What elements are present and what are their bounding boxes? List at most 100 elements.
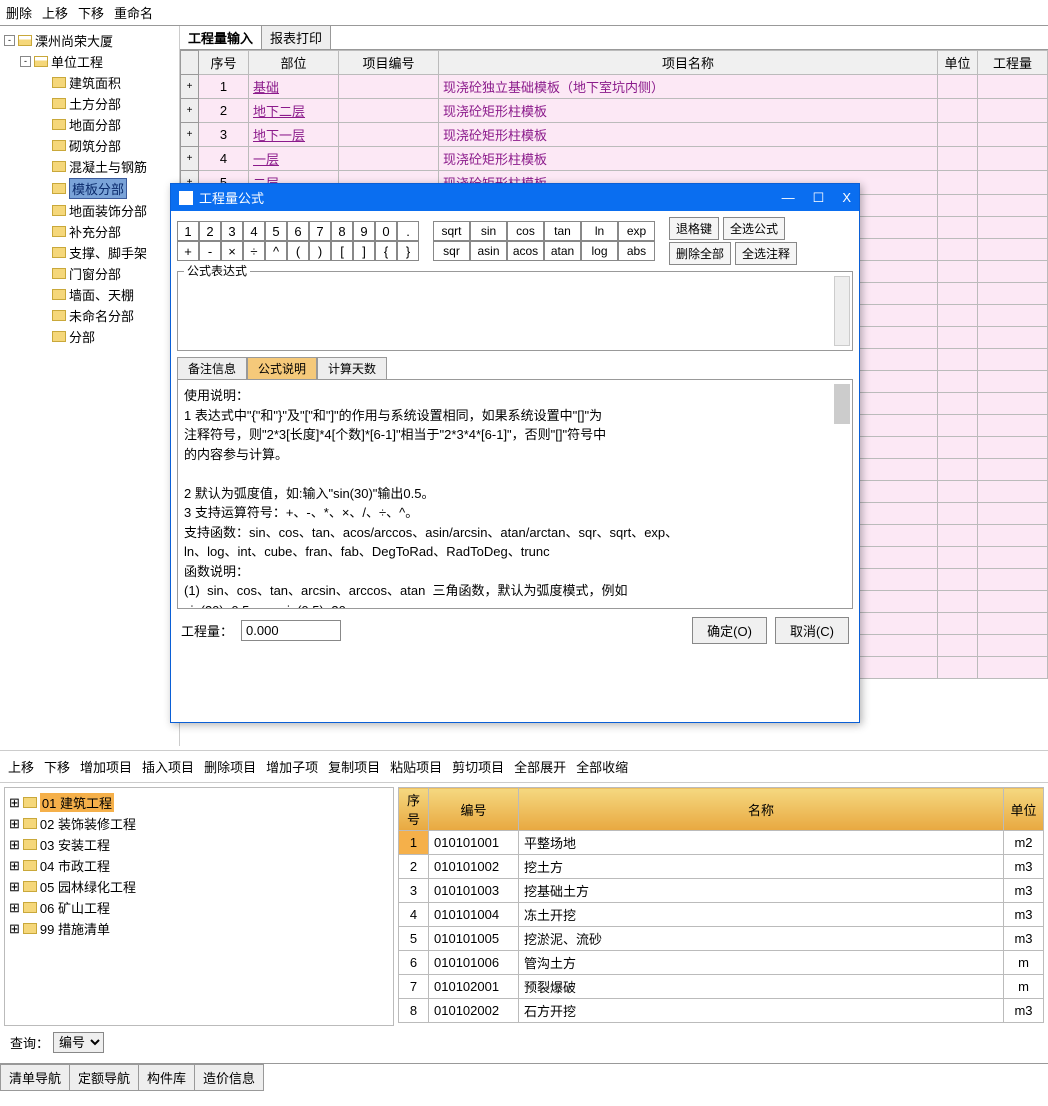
row-expand-button[interactable]: + <box>181 99 199 123</box>
cell-unit[interactable] <box>938 75 978 99</box>
category-item[interactable]: 04 市政工程 <box>40 856 110 875</box>
cell-unit[interactable] <box>938 147 978 171</box>
ig-code[interactable]: 010102001 <box>429 975 519 999</box>
select-comment-button[interactable]: 全选注释 <box>735 242 797 265</box>
ig-name[interactable]: 挖基础土方 <box>519 879 1004 903</box>
cancel-button[interactable]: 取消(C) <box>775 617 849 644</box>
ig-name[interactable]: 石方开挖 <box>519 999 1004 1023</box>
ig-seq[interactable]: 5 <box>399 927 429 951</box>
fnkey[interactable]: atan <box>544 241 581 261</box>
cell-code[interactable] <box>339 99 439 123</box>
toolbar-item[interactable]: 插入项目 <box>142 757 194 776</box>
numkey[interactable]: 5 <box>265 221 287 241</box>
tree-item[interactable]: 地面装饰分部 <box>69 201 147 220</box>
cell-name[interactable]: 现浇砼矩形柱模板 <box>439 123 938 147</box>
category-item[interactable]: 01 建筑工程 <box>40 793 114 812</box>
tree-toggle-icon[interactable]: ⊞ <box>9 879 20 895</box>
ig-unit[interactable]: m3 <box>1004 903 1044 927</box>
fnkey[interactable]: acos <box>507 241 544 261</box>
scrollbar[interactable] <box>834 276 850 346</box>
cell-code[interactable] <box>339 147 439 171</box>
fnkey[interactable]: sqr <box>433 241 470 261</box>
fnkey[interactable]: ln <box>581 221 618 241</box>
category-item[interactable]: 05 园林绿化工程 <box>40 877 136 896</box>
fnkey[interactable]: cos <box>507 221 544 241</box>
row-expand-button[interactable]: + <box>181 75 199 99</box>
numkey[interactable]: 8 <box>331 221 353 241</box>
tree-toggle-icon[interactable]: ⊞ <box>9 858 20 874</box>
tree-item[interactable]: 门窗分部 <box>69 264 121 283</box>
ig-code[interactable]: 010102002 <box>429 999 519 1023</box>
row-expand-button[interactable]: + <box>181 123 199 147</box>
ig-code[interactable]: 010101002 <box>429 855 519 879</box>
tb-rename[interactable]: 重命名 <box>114 3 153 22</box>
tab-formula-help[interactable]: 公式说明 <box>247 357 317 379</box>
tb-del[interactable]: 删除 <box>6 3 32 22</box>
cell-seq[interactable]: 3 <box>199 123 249 147</box>
ig-name[interactable]: 预裂爆破 <box>519 975 1004 999</box>
cell-part[interactable]: 地下一层 <box>249 123 339 147</box>
ig-code[interactable]: 010101006 <box>429 951 519 975</box>
ig-name[interactable]: 挖土方 <box>519 855 1004 879</box>
cell-name[interactable]: 现浇砼独立基础模板（地下室坑内侧） <box>439 75 938 99</box>
cell-code[interactable] <box>339 75 439 99</box>
numkey[interactable]: 4 <box>243 221 265 241</box>
ig-unit[interactable]: m <box>1004 951 1044 975</box>
opkey[interactable]: + <box>177 241 199 261</box>
cell-code[interactable] <box>339 123 439 147</box>
tb-down[interactable]: 下移 <box>78 3 104 22</box>
cell-name[interactable]: 现浇砼矩形柱模板 <box>439 99 938 123</box>
tree-item[interactable]: 混凝土与钢筋 <box>69 157 147 176</box>
fnkey[interactable]: tan <box>544 221 581 241</box>
opkey[interactable]: { <box>375 241 397 261</box>
col-unit[interactable]: 单位 <box>938 51 978 75</box>
cell-name[interactable]: 现浇砼矩形柱模板 <box>439 147 938 171</box>
cell-part[interactable]: 基础 <box>249 75 339 99</box>
tree-item[interactable]: 模板分部 <box>69 178 127 199</box>
fnkey[interactable]: abs <box>618 241 655 261</box>
ig-col-seq[interactable]: 序号 <box>399 788 429 831</box>
tree-toggle-icon[interactable]: ⊞ <box>9 900 20 916</box>
cell-seq[interactable]: 4 <box>199 147 249 171</box>
fnkey[interactable]: log <box>581 241 618 261</box>
numkey[interactable]: 9 <box>353 221 375 241</box>
ig-col-code[interactable]: 编号 <box>429 788 519 831</box>
tree-item[interactable]: 补充分部 <box>69 222 121 241</box>
ig-unit[interactable]: m3 <box>1004 999 1044 1023</box>
tree-item[interactable]: 建筑面积 <box>69 73 121 92</box>
cell-seq[interactable]: 1 <box>199 75 249 99</box>
ig-code[interactable]: 010101005 <box>429 927 519 951</box>
ig-col-name[interactable]: 名称 <box>519 788 1004 831</box>
tree-item[interactable]: 砌筑分部 <box>69 136 121 155</box>
cell-qty[interactable] <box>978 75 1048 99</box>
tab-input[interactable]: 工程量输入 <box>180 26 262 49</box>
ig-seq[interactable]: 4 <box>399 903 429 927</box>
tree-root[interactable]: 溧州尚荣大厦 <box>35 31 113 50</box>
cell-part[interactable]: 地下二层 <box>249 99 339 123</box>
toolbar-item[interactable]: 剪切项目 <box>452 757 504 776</box>
ok-button[interactable]: 确定(O) <box>692 617 767 644</box>
category-item[interactable]: 03 安装工程 <box>40 835 110 854</box>
opkey[interactable]: ) <box>309 241 331 261</box>
ig-name[interactable]: 管沟土方 <box>519 951 1004 975</box>
fnkey[interactable]: exp <box>618 221 655 241</box>
col-name[interactable]: 项目名称 <box>439 51 938 75</box>
toolbar-item[interactable]: 全部收缩 <box>576 757 628 776</box>
toolbar-item[interactable]: 上移 <box>8 757 34 776</box>
tree-toggle-icon[interactable]: ⊞ <box>9 921 20 937</box>
opkey[interactable]: ÷ <box>243 241 265 261</box>
minimize-button[interactable]: — <box>782 190 795 206</box>
tree-item[interactable]: 支撑、脚手架 <box>69 243 147 262</box>
backspace-button[interactable]: 退格键 <box>669 217 719 240</box>
cell-part[interactable]: 一层 <box>249 147 339 171</box>
tree-toggle-icon[interactable]: - <box>4 35 15 46</box>
scrollbar[interactable] <box>834 384 850 424</box>
opkey[interactable]: × <box>221 241 243 261</box>
toolbar-item[interactable]: 全部展开 <box>514 757 566 776</box>
bottom-tab[interactable]: 清单导航 <box>0 1064 70 1091</box>
ig-unit[interactable]: m3 <box>1004 927 1044 951</box>
tb-up[interactable]: 上移 <box>42 3 68 22</box>
col-code[interactable]: 项目编号 <box>339 51 439 75</box>
numkey[interactable]: . <box>397 221 419 241</box>
opkey[interactable]: ( <box>287 241 309 261</box>
